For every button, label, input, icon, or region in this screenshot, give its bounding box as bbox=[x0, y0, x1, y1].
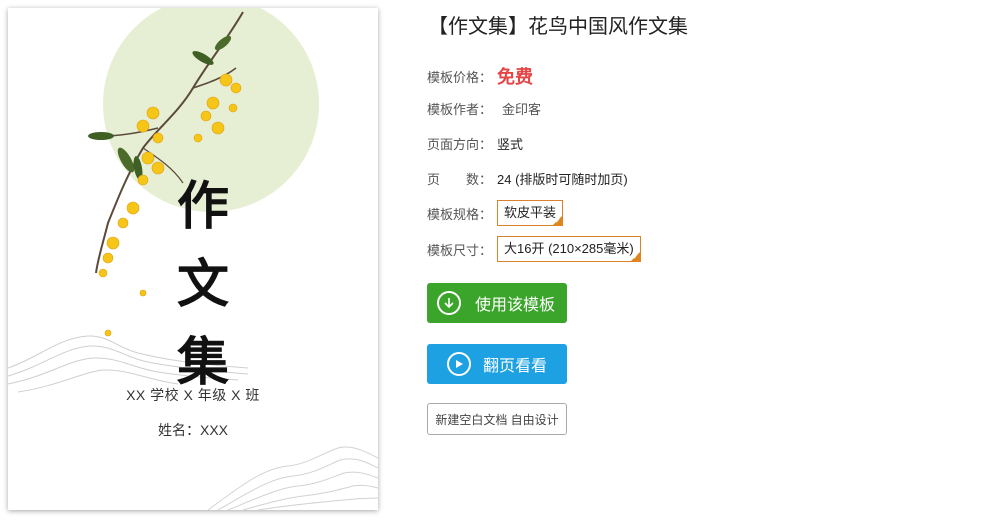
orientation-row: 页面方向： 竖式 bbox=[427, 130, 523, 156]
flip-preview-label: 翻页看看 bbox=[483, 358, 548, 375]
cover-school-line: XX 学校 X 年级 X 班 bbox=[126, 387, 260, 403]
check-corner-icon: ✓ bbox=[552, 215, 564, 226]
use-template-button[interactable]: 使用该模板 bbox=[427, 283, 567, 323]
mountains-right-shape bbox=[207, 446, 378, 510]
pages-value: 24 (排版时可随时加页) bbox=[497, 171, 628, 187]
pages-row: 页 数： 24 (排版时可随时加页) bbox=[427, 165, 628, 191]
cover-title-char: 作 bbox=[176, 176, 229, 237]
price-value: 免费 bbox=[497, 67, 533, 87]
size-label: 模板尺寸： bbox=[427, 242, 493, 258]
new-blank-label: 新建空白文档 自由设计 bbox=[435, 412, 559, 427]
size-option[interactable]: 大16开 (210×285毫米) ✓ bbox=[497, 236, 641, 262]
check-corner-icon: ✓ bbox=[629, 251, 641, 262]
price-row: 模板价格： 免费 bbox=[427, 63, 533, 89]
price-label: 模板价格： bbox=[427, 69, 493, 85]
size-row: 模板尺寸： 大16开 (210×285毫米) ✓ bbox=[427, 235, 641, 263]
cover-title-char: 文 bbox=[176, 254, 229, 315]
template-title: 【作文集】花鸟中国风作文集 bbox=[428, 16, 688, 38]
author-value[interactable]: 金印客 bbox=[502, 99, 541, 118]
orientation-value: 竖式 bbox=[497, 136, 524, 152]
size-option-label: 大16开 (210×285毫米) bbox=[504, 241, 634, 256]
flip-preview-button[interactable]: 翻页看看 bbox=[427, 344, 567, 384]
spec-option-label: 软皮平装 bbox=[504, 205, 557, 220]
new-blank-document-button[interactable]: 新建空白文档 自由设计 bbox=[427, 403, 567, 435]
cover-title: 作 文 集 bbox=[163, 168, 243, 402]
use-template-label: 使用该模板 bbox=[475, 297, 556, 314]
download-circle-icon bbox=[437, 291, 461, 315]
spec-label: 模板规格： bbox=[427, 206, 493, 222]
author-label: 模板作者： bbox=[427, 101, 493, 117]
cover-name-line: 姓名：XXX bbox=[157, 422, 228, 438]
author-row: 模板作者： 金印客 bbox=[427, 95, 541, 121]
orientation-label: 页面方向： bbox=[427, 136, 493, 152]
spec-row: 模板规格： 软皮平装 ✓ bbox=[427, 199, 564, 227]
cover-preview[interactable]: 作 文 集 XX 学校 X 年级 X 班 姓名：XXX bbox=[8, 8, 378, 510]
pages-label: 页 数： bbox=[427, 171, 493, 187]
play-circle-icon bbox=[447, 352, 471, 376]
spec-option[interactable]: 软皮平装 ✓ bbox=[497, 200, 564, 226]
